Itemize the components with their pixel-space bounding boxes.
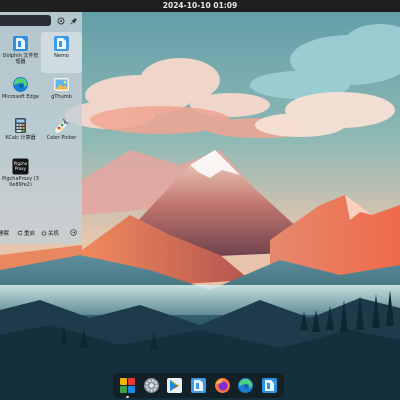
more-options-button[interactable] [70, 229, 77, 236]
app-tile-color-picker[interactable]: Color Picker [41, 114, 82, 155]
kcalc-icon [15, 118, 26, 133]
clock[interactable]: 2024-10-10 01:09 [163, 1, 237, 10]
nemo-icon [190, 378, 206, 393]
app-label: Dolphin 文件管理器 [2, 53, 39, 65]
app-label: gThumb [51, 94, 72, 100]
gthumb-icon [54, 78, 69, 91]
app-label: Nemo [54, 53, 69, 59]
dock-item-play-store[interactable] [165, 376, 184, 395]
app-label: Microsoft Edge [2, 94, 39, 100]
color-picker-icon [55, 118, 69, 133]
settings-circle-icon[interactable] [56, 16, 65, 25]
dock-item-launcher[interactable] [118, 376, 137, 398]
settings-icon [143, 378, 159, 393]
nemo-icon [54, 36, 69, 51]
dock [113, 373, 284, 398]
launcher-icon [120, 378, 136, 393]
dolphin-icon [261, 378, 277, 393]
app-tile-nemo[interactable]: Nemo [41, 32, 82, 73]
dock-item-firefox[interactable] [213, 376, 232, 395]
pigcha-icon: Pigcha Proxy [12, 158, 29, 175]
firefox-icon [214, 378, 230, 393]
restart-icon [17, 230, 23, 236]
edge-icon [13, 77, 28, 92]
power-icon [41, 230, 47, 236]
launcher-search-row [0, 15, 82, 27]
app-tile-kcalc[interactable]: KCalc 计算器 [0, 114, 41, 155]
power-options: 睡眠 重启 关机 [0, 227, 82, 239]
pin-icon[interactable] [69, 16, 78, 25]
play-store-icon [167, 378, 183, 393]
app-grid: Dolphin 文件管理器 Nemo Microsoft Edge gThumb… [0, 32, 82, 196]
app-label: PigchaProxy (30e89fe2) [2, 176, 39, 188]
app-label: Color Picker [46, 135, 77, 141]
app-tile-gthumb[interactable]: gThumb [41, 73, 82, 114]
app-launcher-panel: Dolphin 文件管理器 Nemo Microsoft Edge gThumb… [0, 12, 82, 244]
dolphin-icon [13, 36, 28, 51]
shutdown-button[interactable]: 关机 [41, 229, 59, 237]
restart-button[interactable]: 重启 [17, 229, 35, 237]
dock-item-edge[interactable] [236, 376, 255, 395]
app-tile-pigcha-proxy[interactable]: Pigcha Proxy PigchaProxy (30e89fe2) [0, 155, 41, 196]
top-bar: 2024-10-10 01:09 [0, 0, 400, 12]
app-tile-microsoft-edge[interactable]: Microsoft Edge [0, 73, 41, 114]
app-tile-dolphin[interactable]: Dolphin 文件管理器 [0, 32, 41, 73]
dock-item-dolphin[interactable] [260, 376, 279, 395]
sleep-button[interactable]: 睡眠 [0, 229, 9, 237]
running-indicator [126, 396, 130, 398]
app-label: KCalc 计算器 [5, 135, 36, 141]
svg-text:Proxy: Proxy [15, 166, 27, 171]
circle-arrow-icon [70, 229, 77, 236]
dock-item-nemo[interactable] [189, 376, 208, 395]
edge-icon [238, 378, 254, 393]
dock-item-settings[interactable] [142, 376, 161, 395]
search-input[interactable] [0, 15, 51, 26]
